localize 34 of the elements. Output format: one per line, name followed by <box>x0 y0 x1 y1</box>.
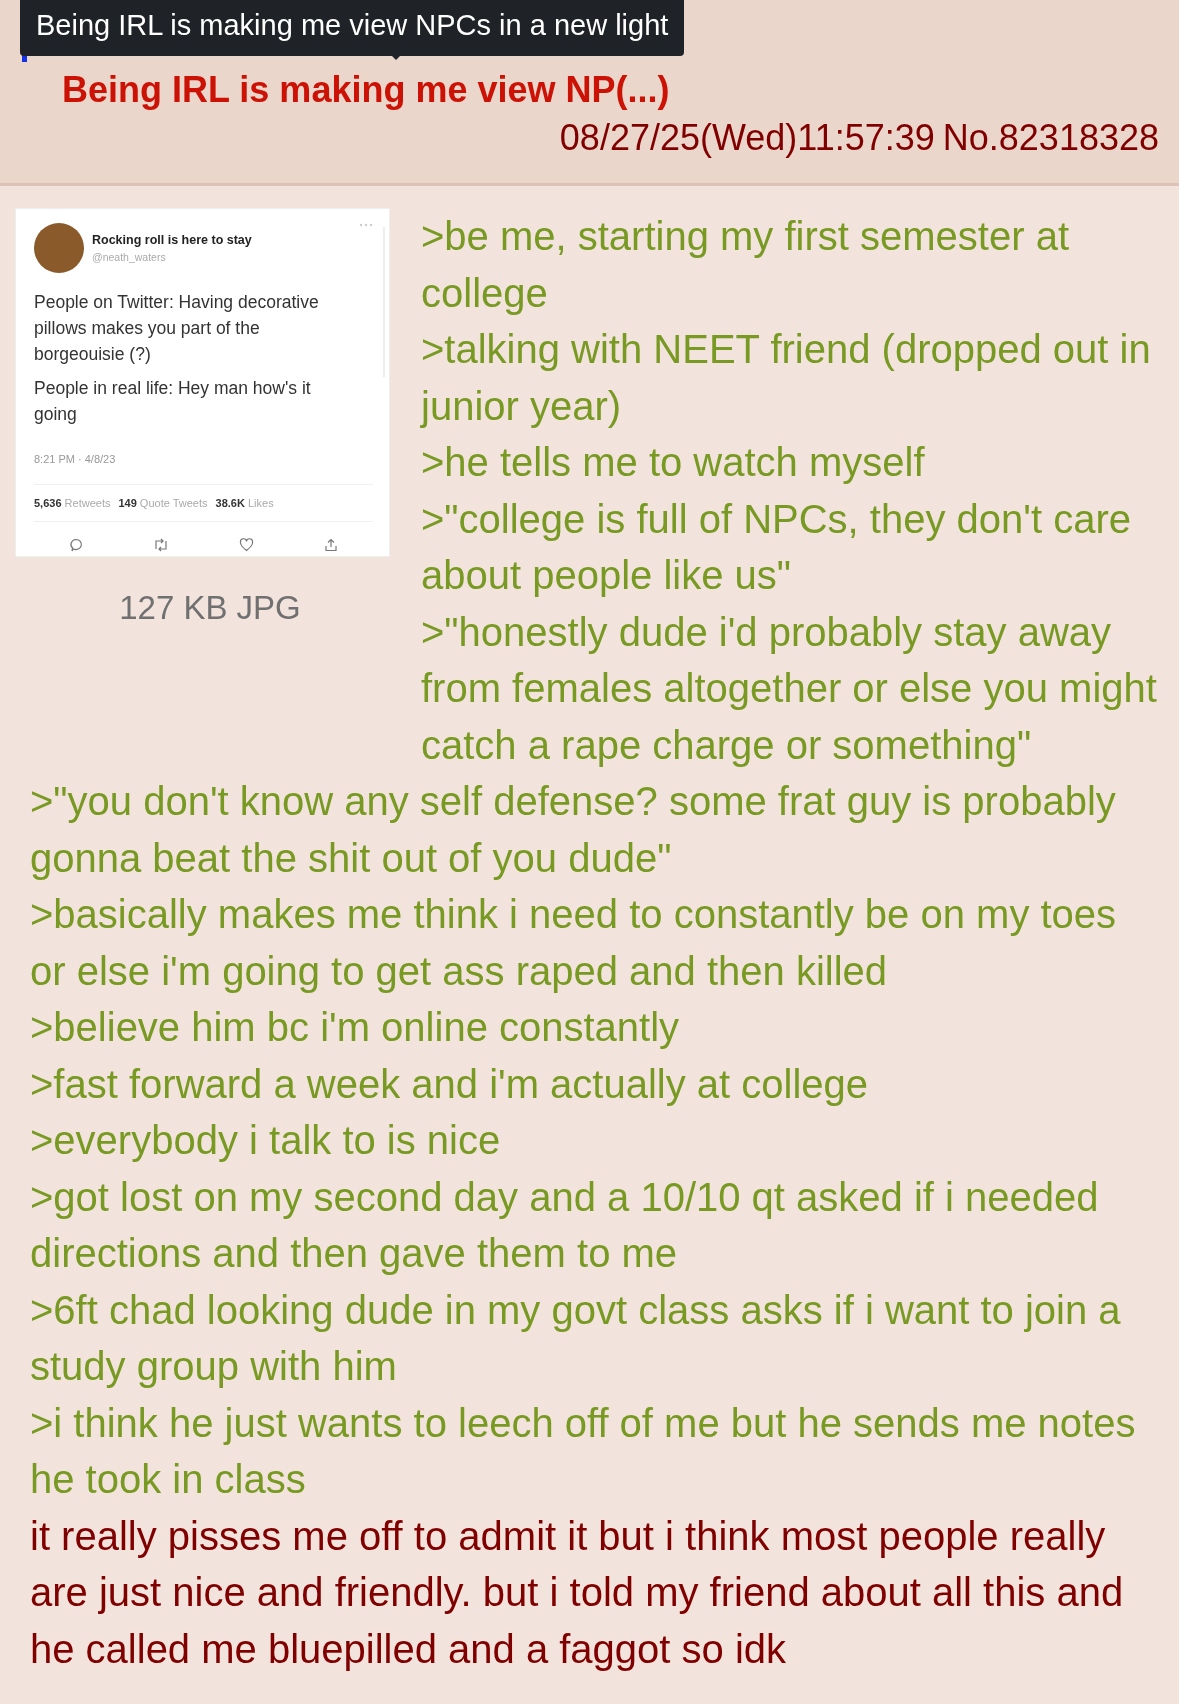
greentext-line: >6ft chad looking dude in my govt class asks if i want to join a study group with him <box>30 1286 1122 1390</box>
tweet-handle: @neath_waters <box>92 249 167 265</box>
greentext-line: >"honestly dude i'd probably stay away from females altogether or else you might catch a rape charge or something" <box>421 608 1158 769</box>
tweet-time: 8:21 PM · 4/8/23 <box>34 452 117 467</box>
greentext-line: >got lost on my second day and a 10/10 qt asked if i needed directions and then gave them to me <box>30 1173 1100 1277</box>
tooltip: Being IRL is making me view NPCs in a new light <box>20 0 685 56</box>
share-icon[interactable] <box>324 538 338 552</box>
greentext-line: >believe him bc i'm online constantly <box>30 1004 681 1051</box>
tweet-stat: 38.6K Likes <box>215 495 274 511</box>
avatar <box>34 223 84 273</box>
greentext-line: >i think he just wants to leech off of me but he sends me notes he took in class <box>30 1399 1137 1503</box>
tweet-stat: 5,636 Retweets <box>34 495 111 511</box>
greentext-line: >"you don't know any self defense? some frat guy is probably gonna beat the shit out of you dude" <box>30 778 1117 882</box>
post-number-link[interactable]: No.82318328 <box>942 116 1159 160</box>
post-date: 08/27/25(Wed)11:57:39 <box>559 116 935 160</box>
greentext-line: >fast forward a week and i'm actually at college <box>30 1060 870 1108</box>
tweet-screenshot[interactable] <box>15 208 390 557</box>
tweet-text: People in real life: Hey man how's it going <box>34 377 312 426</box>
post-subject: Being IRL is making me view NP(...) <box>62 68 671 112</box>
greentext-line: >talking with NEET friend (dropped out in junior year) <box>421 326 1152 430</box>
more-icon <box>359 223 373 227</box>
tweet-text: People on Twitter: Having decorative pillows makes you part of the borgeouisie (?) <box>34 291 320 366</box>
post-text: it really pisses me off to admit it but i think most people really are just nice and friendly. but i told my friend about all this and he called me bluepilled and a faggot so idk <box>30 1512 1125 1673</box>
retweet-icon[interactable] <box>153 538 169 552</box>
greentext-line: >basically makes me think i need to constantly be on my toes or else i'm going to get ass raped and then killed <box>30 891 1118 995</box>
greentext-line: >be me, starting my first semester at college <box>421 213 1070 317</box>
greentext-line: >everybody i talk to is nice <box>30 1117 502 1164</box>
file-info: 127 KB JPG <box>118 588 302 628</box>
greentext-line: >he tells me to watch myself <box>421 439 926 486</box>
tweet-stat: 149 Quote Tweets <box>118 495 208 511</box>
reply-icon[interactable] <box>69 538 83 552</box>
heart-icon[interactable] <box>239 538 254 552</box>
greentext-line: >"college is full of NPCs, they don't care about people like us" <box>421 495 1132 599</box>
tweet-author: Rocking roll is here to stay <box>92 231 252 249</box>
